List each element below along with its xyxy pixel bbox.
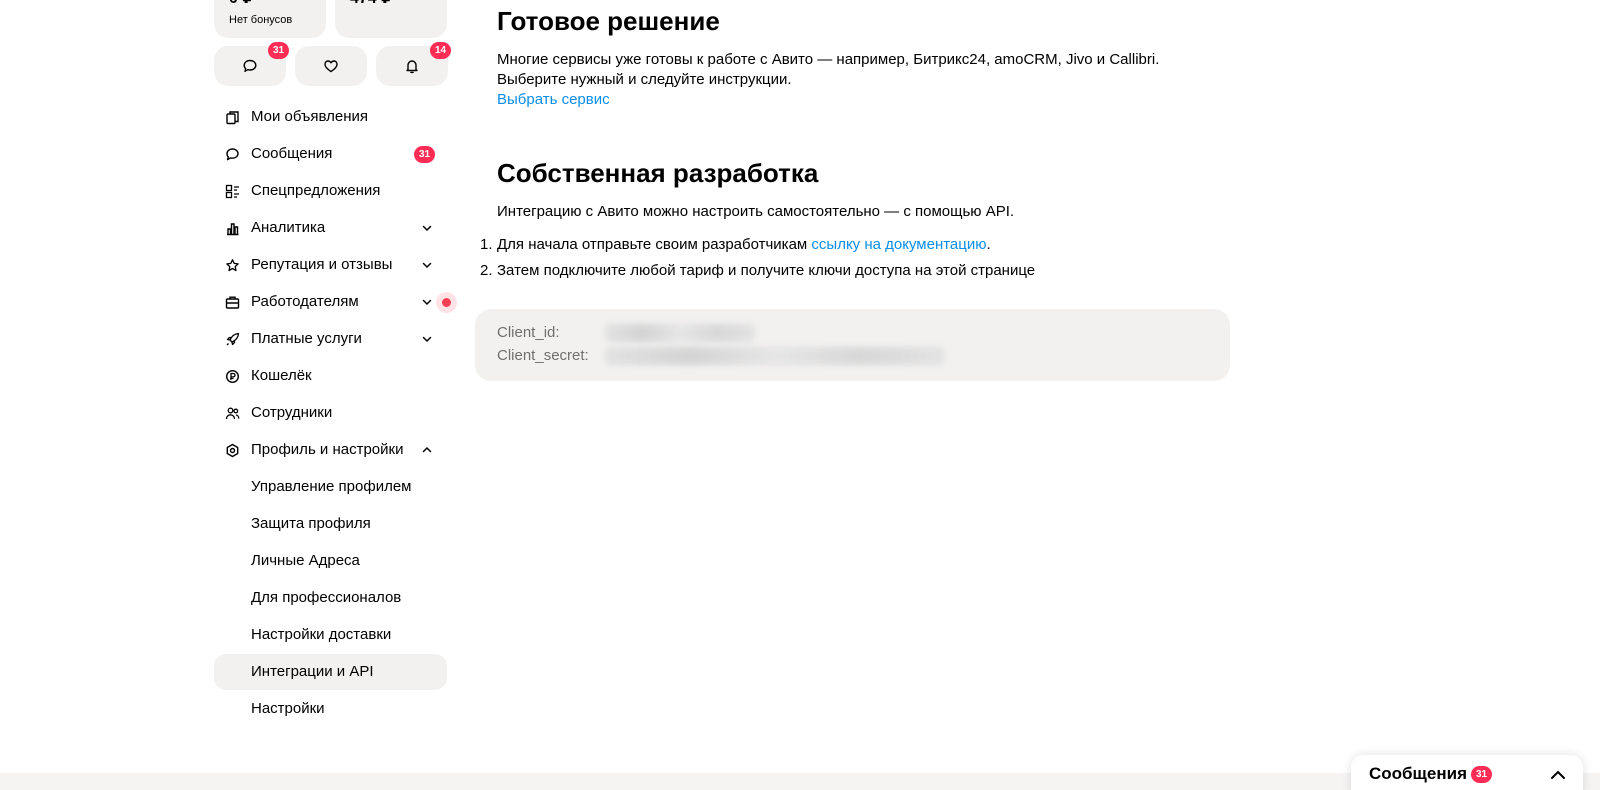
people-icon xyxy=(225,407,240,420)
chat-icon xyxy=(243,59,257,72)
bonus-amount: 0 ₽ xyxy=(229,0,253,8)
messages-widget-badge: 31 xyxy=(1471,766,1493,783)
messages-widget-title: Сообщения xyxy=(1369,764,1467,783)
chevron-down-icon xyxy=(422,225,432,232)
chevron-down-icon xyxy=(422,299,432,306)
client-secret-value-redacted[interactable] xyxy=(605,347,945,365)
messages-quick-button[interactable]: 31 xyxy=(214,42,290,86)
sidebar-subitem-label: Для профессионалов xyxy=(251,589,402,606)
ready-solution-heading: Готовое решение xyxy=(497,6,720,36)
analytics-icon xyxy=(227,223,239,236)
sidebar-item-label: Спецпредложения xyxy=(251,182,381,199)
sidebar-subitem-label: Защита профиля xyxy=(251,515,371,532)
step-1-label: Для начала отправьте своим разработчикам xyxy=(497,236,812,253)
chevron-down-icon xyxy=(422,262,432,269)
sidebar-item-employers[interactable]: Работодателям xyxy=(214,284,451,320)
sidebar-item-messages[interactable]: Сообщения 31 xyxy=(214,136,447,172)
ready-solution-text-line1: Многие сервисы уже готовы к работе с Ави… xyxy=(497,51,1160,68)
documentation-link[interactable]: ссылку на документацию xyxy=(811,236,986,253)
chevron-down-icon xyxy=(422,336,432,343)
settings-hex-icon xyxy=(226,443,239,458)
sidebar-subitem-settings[interactable]: Настройки xyxy=(214,691,447,727)
briefcase-icon xyxy=(225,296,240,309)
wallet-balance-card[interactable]: 474 ₽ xyxy=(335,0,447,38)
sidebar-item-analytics[interactable]: Аналитика xyxy=(214,210,447,246)
favorites-quick-button[interactable] xyxy=(295,46,367,86)
sidebar-subitem-label: Управление профилем xyxy=(251,478,412,495)
bell-icon xyxy=(406,60,418,74)
own-development-intro: Интеграцию с Авито можно настроить самос… xyxy=(497,203,1015,220)
rocket-icon xyxy=(226,332,240,346)
chevron-up-icon[interactable] xyxy=(1549,766,1567,784)
choose-service-link[interactable]: Выбрать сервис xyxy=(497,91,610,108)
sidebar-item-label: Аналитика xyxy=(251,219,326,236)
step-2-text: Затем подключите любой тариф и получите … xyxy=(497,262,1036,279)
messages-count-badge: 31 xyxy=(414,146,436,163)
bonus-status: Нет бонусов xyxy=(229,14,293,26)
sidebar-item-label: Сообщения xyxy=(251,145,333,162)
sidebar-item-profile-settings[interactable]: Профиль и настройки xyxy=(214,432,447,468)
sidebar-item-employees[interactable]: Сотрудники xyxy=(214,395,447,431)
wallet-icon xyxy=(225,369,240,384)
api-credentials-panel: Client_id: Client_secret: xyxy=(475,309,1230,381)
star-icon xyxy=(226,259,239,272)
new-indicator-dot xyxy=(442,298,451,307)
sidebar-subitem-label: Личные Адреса xyxy=(251,552,360,569)
sidebar-item-my-listings[interactable]: Мои объявления xyxy=(214,99,447,135)
step-1-text: Для начала отправьте своим разработчикам… xyxy=(497,236,991,253)
sidebar-item-wallet[interactable]: Кошелёк xyxy=(214,358,447,394)
sidebar-item-special-offers[interactable]: Спецпредложения xyxy=(214,173,447,209)
bonus-balance-card[interactable]: 0 ₽ Нет бонусов xyxy=(214,0,326,38)
chevron-up-icon xyxy=(422,446,432,453)
listings-icon xyxy=(226,111,239,125)
messages-widget[interactable]: Сообщения 31 xyxy=(1351,755,1583,790)
heart-icon xyxy=(324,60,338,73)
sidebar-item-label: Платные услуги xyxy=(251,330,362,347)
sidebar-subitem-personal-addresses[interactable]: Личные Адреса xyxy=(214,543,447,579)
client-id-label: Client_id: xyxy=(497,324,560,341)
ready-solution-text-line2: Выберите нужный и следуйте инструкции. xyxy=(497,71,792,88)
wallet-amount: 474 ₽ xyxy=(350,0,392,8)
notifications-quick-button[interactable]: 14 xyxy=(376,42,452,86)
step-number: 1. xyxy=(480,236,493,253)
sidebar-item-reputation[interactable]: Репутация и отзывы xyxy=(214,247,447,283)
sidebar-item-label: Репутация и отзывы xyxy=(251,256,393,273)
sidebar-item-label: Сотрудники xyxy=(251,404,333,421)
sidebar-subitem-label: Интеграции и API xyxy=(251,663,374,680)
sidebar-subitem-integrations-api[interactable]: Интеграции и API xyxy=(214,654,447,690)
messages-count-badge: 31 xyxy=(268,42,290,59)
client-secret-label: Client_secret: xyxy=(497,347,589,364)
sidebar-subitem-label: Настройки доставки xyxy=(251,626,392,643)
sidebar-subitem-profile-management[interactable]: Управление профилем xyxy=(214,469,447,505)
sidebar-item-label: Мои объявления xyxy=(251,108,368,125)
step-1-end: . xyxy=(986,236,991,253)
step-number: 2. xyxy=(480,262,493,279)
notifications-count-badge: 14 xyxy=(430,42,452,59)
sidebar-subitem-profile-protection[interactable]: Защита профиля xyxy=(214,506,447,542)
sidebar-item-label: Профиль и настройки xyxy=(251,441,404,458)
sidebar-item-label: Работодателям xyxy=(251,293,359,310)
sidebar-subitem-label: Настройки xyxy=(251,700,325,717)
own-development-heading: Собственная разработка xyxy=(497,158,819,188)
sidebar-item-paid-services[interactable]: Платные услуги xyxy=(214,321,447,357)
sidebar-item-label: Кошелёк xyxy=(251,367,312,384)
sidebar-subitem-for-professionals[interactable]: Для профессионалов xyxy=(214,580,447,616)
chat-icon xyxy=(226,148,239,161)
client-id-value-redacted[interactable] xyxy=(605,324,755,342)
sidebar-subitem-delivery-settings[interactable]: Настройки доставки xyxy=(214,617,447,653)
offers-icon xyxy=(225,184,239,199)
